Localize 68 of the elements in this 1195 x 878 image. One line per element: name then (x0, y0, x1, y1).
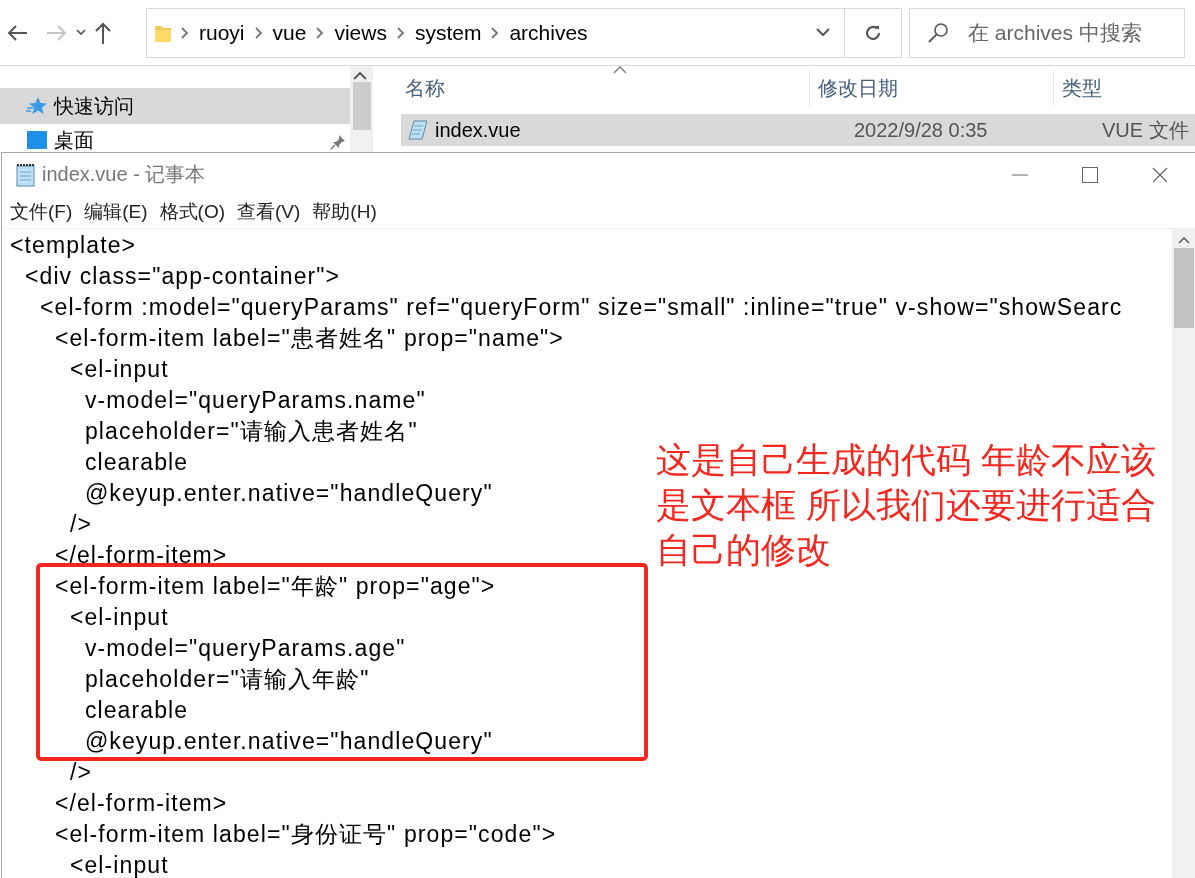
search-field[interactable]: 在 archives 中搜索 (909, 7, 1185, 58)
code-line: <el-form-item label="年龄" prop="age"> (53, 572, 496, 601)
pin-icon[interactable] (330, 134, 346, 150)
code-line: <el-input (68, 603, 169, 632)
code-line: clearable (83, 696, 189, 725)
menu-item[interactable]: 编辑(E) (84, 199, 148, 225)
code-line: </el-form-item> (53, 541, 228, 570)
search-icon (927, 21, 949, 44)
close-icon[interactable] (1152, 166, 1168, 183)
breadcrumb-item[interactable]: system (414, 20, 482, 45)
code-line: <el-form :model="queryParams" ref="queryForm" size="small" :inline="true" v-show="showSearc (38, 293, 1123, 322)
code-line: placeholder="请输入年龄" (83, 665, 370, 694)
code-line: </el-form-item> (53, 789, 228, 818)
back-icon[interactable] (6, 23, 28, 42)
address-bar[interactable]: ruoyi vue views system archives (146, 7, 902, 58)
code-line: v-model="queryParams.name" (83, 386, 426, 415)
file-name: index.vue (435, 118, 521, 142)
breadcrumb-item[interactable]: views (334, 20, 387, 45)
chevron-right-icon (491, 26, 500, 39)
breadcrumb-item[interactable]: archives (509, 20, 588, 45)
code-line: <el-input (68, 851, 169, 878)
breadcrumb-item[interactable]: ruoyi (199, 20, 245, 45)
chevron-down-icon[interactable] (76, 29, 86, 36)
column-header[interactable]: 修改日期 (809, 70, 1053, 106)
folder-icon (155, 23, 171, 42)
nav-item[interactable]: 快速访问 (0, 88, 350, 124)
code-line: /> (68, 758, 92, 787)
file-row[interactable]: index.vue 2022/9/28 0:35 VUE 文件 (401, 114, 1195, 146)
chevron-right-icon (316, 26, 325, 39)
menu-item[interactable]: 帮助(H) (312, 199, 377, 225)
notepad-icon (14, 162, 36, 187)
annotation-text: 这是自己生成的代码 年龄不应该 是文本框 所以我们还要进行适合 自己的修改 (656, 439, 1156, 571)
menu-item[interactable]: 查看(V) (237, 199, 301, 225)
code-line: <template> (10, 231, 137, 260)
code-line: <div class="app-container"> (23, 262, 341, 291)
code-line: <el-form-item label="患者姓名" prop="name"> (53, 324, 564, 353)
chevron-right-icon (181, 26, 189, 39)
scroll-up-icon[interactable] (1177, 237, 1190, 244)
window-title: index.vue - 记事本 (42, 162, 207, 187)
menu-item[interactable]: 格式(O) (159, 199, 226, 225)
scrollbar-thumb[interactable] (352, 82, 371, 130)
code-line: <el-input (68, 355, 169, 384)
menu-item[interactable]: 文件(F) (10, 199, 73, 225)
code-line: @keyup.enter.native="handleQuery" (83, 479, 493, 508)
column-header[interactable]: 名称 (373, 70, 809, 106)
up-arrow-icon[interactable] (94, 21, 112, 44)
file-type: VUE 文件 (1101, 117, 1189, 143)
code-line: /> (68, 510, 92, 539)
chevron-right-icon (396, 26, 405, 39)
desktop-icon (26, 130, 48, 150)
nav-item[interactable]: 桌面 (0, 124, 350, 152)
scrollbar-thumb[interactable] (1173, 248, 1194, 328)
code-line: @keyup.enter.native="handleQuery" (83, 727, 493, 756)
notepad-file-icon (407, 119, 429, 141)
sort-caret-icon (613, 66, 627, 74)
chevron-right-icon (254, 26, 263, 39)
code-line: <el-form-item label="身份证号" prop="code"> (53, 820, 557, 849)
star-icon (26, 96, 48, 116)
scroll-up-icon[interactable] (352, 72, 367, 80)
breadcrumb-item[interactable]: vue (272, 20, 307, 45)
code-line: v-model="queryParams.age" (83, 634, 406, 663)
file-date: 2022/9/28 0:35 (853, 118, 989, 142)
refresh-icon[interactable] (864, 23, 882, 42)
code-line: placeholder="请输入患者姓名" (83, 417, 418, 446)
column-header[interactable]: 类型 (1053, 70, 1195, 106)
code-line: clearable (83, 448, 189, 477)
chevron-down-icon[interactable] (816, 28, 830, 37)
maximize-icon[interactable] (1082, 166, 1098, 183)
